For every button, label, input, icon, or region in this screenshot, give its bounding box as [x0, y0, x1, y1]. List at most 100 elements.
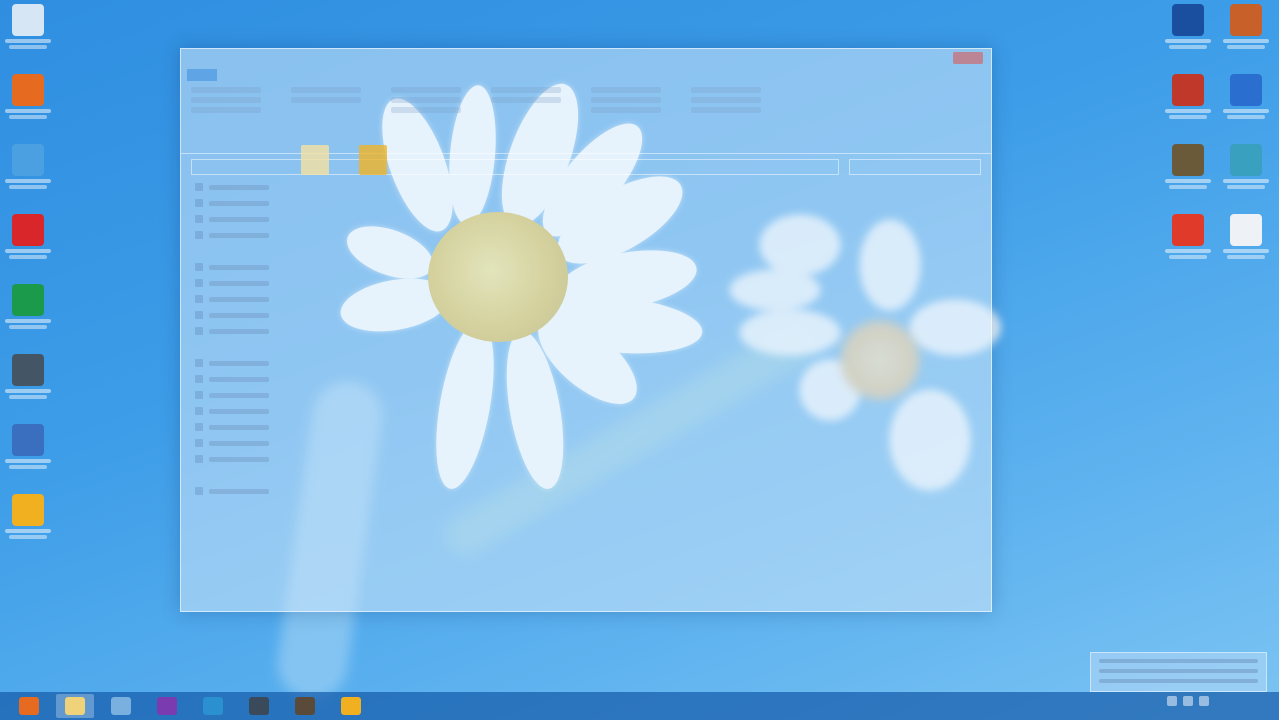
shortcut-label — [5, 109, 51, 113]
visual-studio-taskbar-icon — [157, 697, 177, 715]
ribbon-group — [291, 87, 361, 149]
gear-app-icon — [1172, 144, 1204, 176]
navigation-pane — [195, 177, 335, 501]
tray-icon[interactable] — [1183, 696, 1193, 706]
taskbar-button[interactable] — [194, 694, 232, 718]
desktop-shortcut[interactable] — [1216, 4, 1276, 49]
nav-item[interactable] — [195, 437, 335, 449]
network-taskbar-icon — [111, 697, 131, 715]
nav-item[interactable] — [195, 229, 335, 241]
shortcut-label — [5, 529, 51, 533]
eye-app-taskbar-icon — [249, 697, 269, 715]
taskbar-button[interactable] — [286, 694, 324, 718]
nav-item[interactable] — [195, 261, 335, 273]
desktop-shortcut[interactable] — [0, 494, 58, 539]
shortcut-label — [5, 389, 51, 393]
globe-network-icon — [1230, 144, 1262, 176]
display-app-icon — [12, 354, 44, 386]
desktop-shortcut[interactable] — [0, 354, 58, 399]
desktop-shortcut[interactable] — [0, 144, 58, 189]
app-file-icon[interactable] — [359, 145, 387, 175]
desktop-shortcut[interactable] — [0, 214, 58, 259]
shortcut-label — [5, 249, 51, 253]
green-app-icon — [12, 284, 44, 316]
shortcut-label — [1165, 39, 1211, 43]
nav-item[interactable] — [195, 277, 335, 289]
shortcut-label — [1223, 179, 1269, 183]
kaspersky-icon — [12, 214, 44, 246]
shortcut-label — [9, 535, 47, 539]
taskbar-button[interactable] — [332, 694, 370, 718]
desktop-shortcut[interactable] — [0, 424, 58, 469]
desktop-shortcut[interactable] — [1158, 214, 1218, 259]
folder-app-icon — [12, 424, 44, 456]
ribbon-tabs — [181, 67, 991, 83]
nav-item[interactable] — [195, 405, 335, 417]
nav-item[interactable] — [195, 421, 335, 433]
nav-item[interactable] — [195, 213, 335, 225]
taskbar-button[interactable] — [240, 694, 278, 718]
taskbar-button[interactable] — [10, 694, 48, 718]
close-button[interactable] — [953, 52, 983, 64]
shortcut-label — [1223, 249, 1269, 253]
nav-item[interactable] — [195, 389, 335, 401]
tab-home[interactable] — [221, 69, 251, 81]
nav-item[interactable] — [195, 357, 335, 369]
search-input[interactable] — [849, 159, 981, 175]
desktop-shortcut[interactable] — [1216, 74, 1276, 119]
shortcut-label — [1223, 109, 1269, 113]
yellow-app-taskbar-icon — [341, 697, 361, 715]
network-globe-icon — [12, 144, 44, 176]
colorful-ball-icon — [1230, 4, 1262, 36]
shortcut-label — [5, 179, 51, 183]
desktop-shortcut[interactable] — [0, 4, 58, 49]
shortcut-label — [1169, 255, 1207, 259]
desktop-shortcut[interactable] — [1158, 4, 1218, 49]
desktop-shortcut[interactable] — [1216, 144, 1276, 189]
mask-app-taskbar-icon — [295, 697, 315, 715]
ribbon-group — [191, 87, 261, 149]
tray-notification[interactable] — [1090, 652, 1267, 692]
nav-item[interactable] — [195, 453, 335, 465]
desktop-shortcut[interactable] — [1216, 214, 1276, 259]
file-explorer-taskbar-icon — [65, 697, 85, 715]
nav-item[interactable] — [195, 373, 335, 385]
document-icon — [1230, 214, 1262, 246]
taskbar — [0, 692, 1279, 720]
nav-item[interactable] — [195, 485, 335, 497]
desktop-shortcut[interactable] — [1158, 74, 1218, 119]
shortcut-label — [1227, 115, 1265, 119]
nav-item[interactable] — [195, 197, 335, 209]
taskbar-button[interactable] — [102, 694, 140, 718]
recycle-bin-icon — [12, 4, 44, 36]
taskbar-button[interactable] — [148, 694, 186, 718]
tab-file[interactable] — [187, 69, 218, 81]
desktop-shortcut[interactable] — [1158, 144, 1218, 189]
folder-icon[interactable] — [301, 145, 329, 175]
ribbon-group — [391, 87, 461, 149]
shortcut-label — [9, 185, 47, 189]
ribbon — [181, 83, 991, 154]
address-bar[interactable] — [191, 159, 839, 175]
taskbar-button[interactable] — [56, 694, 94, 718]
tray-icon[interactable] — [1199, 696, 1209, 706]
nav-item[interactable] — [195, 293, 335, 305]
globe-taskbar-icon — [203, 697, 223, 715]
shortcut-label — [1169, 45, 1207, 49]
nav-item[interactable] — [195, 181, 335, 193]
nav-item[interactable] — [195, 325, 335, 337]
file-explorer-window[interactable] — [180, 48, 992, 612]
desktop-shortcut[interactable] — [0, 284, 58, 329]
shortcut-label — [9, 255, 47, 259]
shortcut-label — [1169, 115, 1207, 119]
window-titlebar[interactable] — [181, 49, 991, 67]
nav-item[interactable] — [195, 309, 335, 321]
shortcut-label — [1227, 185, 1265, 189]
tab-view[interactable] — [290, 69, 320, 81]
tab-share[interactable] — [255, 69, 285, 81]
desktop-shortcut[interactable] — [0, 74, 58, 119]
shortcut-label — [1169, 185, 1207, 189]
firefox-icon — [12, 74, 44, 106]
firefox-taskbar-icon — [19, 697, 39, 715]
tray-icon[interactable] — [1167, 696, 1177, 706]
